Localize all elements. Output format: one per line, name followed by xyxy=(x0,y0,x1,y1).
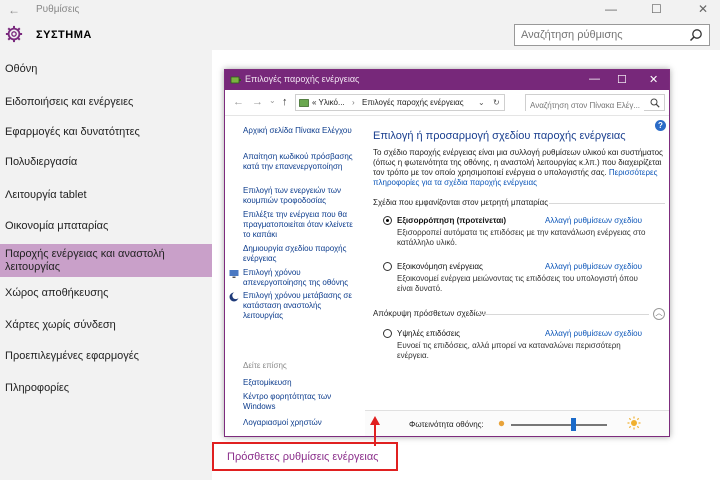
additional-power-settings-link[interactable]: Πρόσθετες ρυθμίσεις ενέργειας xyxy=(227,451,378,463)
sidebar-item-notifications[interactable]: Ειδοποιήσεις και ενέργειες xyxy=(0,96,212,109)
personalization-link[interactable]: Εξατομίκευση xyxy=(243,378,361,388)
breadcrumb-power-options[interactable]: Επιλογές παροχής ενέργειας xyxy=(362,95,464,110)
cp-search[interactable] xyxy=(525,94,665,113)
sidebar-item-about[interactable]: Πληροφορίες xyxy=(0,382,212,395)
sun-dim-icon xyxy=(498,420,505,427)
cp-search-input[interactable] xyxy=(526,98,644,113)
moon-icon xyxy=(229,292,239,302)
settings-sidebar: Οθόνη Ειδοποιήσεις και ενέργειες Εφαρμογ… xyxy=(0,55,212,480)
brightness-slider-thumb[interactable] xyxy=(571,418,576,431)
settings-header: ΣΥΣΤΗΜΑ xyxy=(0,20,720,50)
monitor-icon xyxy=(229,270,239,278)
balanced-change-link[interactable]: Αλλαγή ρυθμίσεων σχεδίου xyxy=(545,216,642,225)
cp-left-pane: Αρχική σελίδα Πίνακα Ελέγχου Απαίτηση κω… xyxy=(225,116,365,436)
maximize-button[interactable]: ☐ xyxy=(651,2,662,16)
breadcrumb[interactable]: « Υλικό... › Επιλογές παροχής ενέργειας … xyxy=(295,94,505,111)
sidebar-item-storage[interactable]: Χώρος αποθήκευσης xyxy=(0,287,212,300)
search-icon[interactable] xyxy=(689,28,703,42)
sleep-time-link[interactable]: Επιλογή χρόνου μετάβασης σε κατάσταση αν… xyxy=(243,291,361,321)
search-icon[interactable] xyxy=(650,98,660,108)
sidebar-item-multitasking[interactable]: Πολυδιεργασία xyxy=(0,156,212,169)
sidebar-item-display[interactable]: Οθόνη xyxy=(0,63,212,76)
breadcrumb-separator: › xyxy=(352,98,355,107)
back-arrow-icon[interactable]: ← xyxy=(8,3,20,17)
high-performance-change-link[interactable]: Αλλαγή ρυθμίσεων σχεδίου xyxy=(545,329,642,338)
battery-plug-icon xyxy=(230,76,241,84)
collapse-chevron-icon[interactable]: ︿ xyxy=(653,308,665,320)
power-saver-description: Εξοικονομεί ενέργεια μειώνοντας τις επιδ… xyxy=(397,274,638,293)
sidebar-item-apps[interactable]: Εφαρμογές και δυνατότητες xyxy=(0,126,212,139)
chevron-down-icon[interactable]: ⌄ xyxy=(269,96,276,105)
create-plan-link[interactable]: Δημιουργία σχεδίου παροχής ενέργειας xyxy=(243,244,361,264)
cp-home-link[interactable]: Αρχική σελίδα Πίνακα Ελέγχου xyxy=(243,126,361,136)
address-bar-row: ← → ⌄ ↑ « Υλικό... › Επιλογές παροχής εν… xyxy=(225,90,669,116)
high-performance-plan-name[interactable]: Υψηλές επιδόσεις xyxy=(397,329,460,338)
user-accounts-link[interactable]: Λογαριασμοί χρηστών xyxy=(243,418,361,428)
intro-text: Το σχέδιο παροχής ενέργειας είναι μια συ… xyxy=(373,148,665,188)
power-options-window: Επιλογές παροχής ενέργειας — ☐ ✕ ← → ⌄ ↑… xyxy=(224,69,670,437)
sun-bright-icon xyxy=(627,416,641,430)
close-button[interactable]: ✕ xyxy=(698,2,708,16)
breadcrumb-hardware[interactable]: « Υλικό... xyxy=(312,95,345,110)
page-title: ΣΥΣΤΗΜΑ xyxy=(36,29,92,41)
cp-titlebar: Επιλογές παροχής ενέργειας — ☐ ✕ xyxy=(225,70,669,90)
section-divider xyxy=(549,203,665,204)
power-saver-radio[interactable] xyxy=(383,262,392,271)
require-password-link[interactable]: Απαίτηση κωδικού πρόσβασης κατά την επαν… xyxy=(243,152,361,172)
cp-main-pane: Επιλογή ή προσαρμογή σχεδίου παροχής ενέ… xyxy=(365,116,669,436)
mobility-center-link[interactable]: Κέντρο φορητότητας των Windows xyxy=(243,392,361,412)
main-heading: Επιλογή ή προσαρμογή σχεδίου παροχής ενέ… xyxy=(373,130,626,142)
balanced-plan-name[interactable]: Εξισορρόπηση (προτείνεται) xyxy=(397,216,506,225)
window-title: Ρυθμίσεις xyxy=(36,4,80,15)
sidebar-item-tablet[interactable]: Λειτουργία tablet xyxy=(0,189,212,202)
hidden-plans-section: Απόκρυψη πρόσθετων σχεδίων xyxy=(373,309,486,318)
control-panel-icon xyxy=(299,99,309,107)
display-off-link[interactable]: Επιλογή χρόνου απενεργοποίησης της οθόνη… xyxy=(243,268,361,288)
brightness-label: Φωτεινότητα οθόνης: xyxy=(409,420,484,429)
battery-meter-section: Σχέδια που εμφανίζονται στον μετρητή μπα… xyxy=(373,198,549,207)
sidebar-item-power-sleep[interactable]: Παροχής ενέργειας και αναστολή λειτουργί… xyxy=(0,244,212,277)
sidebar-item-battery-saver[interactable]: Οικονομία μπαταρίας xyxy=(0,220,212,233)
balanced-radio[interactable] xyxy=(383,216,392,225)
cp-window-title: Επιλογές παροχής ενέργειας xyxy=(245,74,360,84)
search-input[interactable] xyxy=(515,25,675,45)
settings-titlebar: ← Ρυθμίσεις — ☐ ✕ xyxy=(0,0,720,20)
section-divider xyxy=(477,314,649,315)
refresh-icon[interactable]: ↻ xyxy=(493,95,500,110)
lid-close-link[interactable]: Επιλέξτε την ενέργεια που θα πραγματοποι… xyxy=(243,210,361,240)
cp-minimize-button[interactable]: — xyxy=(589,73,600,85)
gear-icon xyxy=(5,25,23,43)
brightness-bar: Φωτεινότητα οθόνης: xyxy=(365,410,669,436)
power-buttons-link[interactable]: Επιλογή των ενεργειών των κουμπιών τροφο… xyxy=(243,186,361,206)
sidebar-item-default-apps[interactable]: Προεπιλεγμένες εφαρμογές xyxy=(0,350,212,363)
balanced-description: Εξισορροπεί αυτόματα τις επιδόσεις με τη… xyxy=(397,228,646,247)
high-performance-description: Ευνοεί τις επιδόσεις, αλλά μπορεί να κατ… xyxy=(397,341,621,360)
forward-icon[interactable]: → xyxy=(252,96,263,108)
cp-close-button[interactable]: ✕ xyxy=(649,73,658,86)
power-saver-plan-name[interactable]: Εξοικονόμηση ενέργειας xyxy=(397,262,483,271)
back-icon[interactable]: ← xyxy=(233,96,244,108)
settings-search[interactable] xyxy=(514,24,710,46)
dropdown-icon[interactable]: ⌄ xyxy=(478,95,485,110)
cp-maximize-button[interactable]: ☐ xyxy=(617,73,627,86)
sidebar-item-offline-maps[interactable]: Χάρτες χωρίς σύνδεση xyxy=(0,319,212,332)
brightness-slider-track[interactable] xyxy=(511,424,607,426)
up-arrow-icon[interactable]: ↑ xyxy=(282,96,288,108)
power-saver-change-link[interactable]: Αλλαγή ρυθμίσεων σχεδίου xyxy=(545,262,642,271)
high-performance-radio[interactable] xyxy=(383,329,392,338)
minimize-button[interactable]: — xyxy=(605,2,617,16)
see-also-heading: Δείτε επίσης xyxy=(243,361,287,370)
